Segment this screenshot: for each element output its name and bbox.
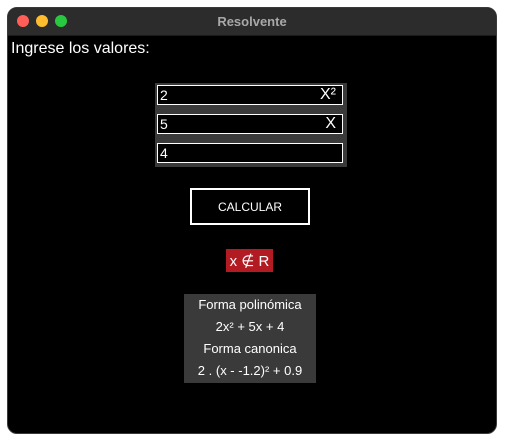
x-label: X bbox=[325, 115, 336, 132]
x-squared-label: X² bbox=[320, 86, 336, 103]
coefficient-c-field[interactable] bbox=[157, 143, 343, 163]
app-window: Resolvente Ingrese los valores: X² X CAL… bbox=[7, 7, 497, 434]
calculate-button[interactable]: CALCULAR bbox=[190, 188, 310, 225]
canonical-form-value: 2 . (x - -1.2)² + 0.9 bbox=[197, 363, 303, 378]
canonical-form-label: Forma canonica bbox=[203, 341, 297, 356]
forms-panel: Forma polinómica 2x² + 5x + 4 Forma cano… bbox=[184, 294, 316, 383]
coefficient-inputs: X² X bbox=[155, 83, 347, 167]
coefficient-b-field[interactable]: X bbox=[157, 114, 343, 134]
coefficient-b-input[interactable] bbox=[160, 115, 310, 133]
polynomial-form-label: Forma polinómica bbox=[198, 297, 302, 312]
input-prompt-label: Ingrese los valores: bbox=[11, 40, 150, 57]
result-badge: x ∉ R bbox=[226, 249, 273, 272]
coefficient-c-input[interactable] bbox=[160, 144, 310, 162]
window-title: Resolvente bbox=[217, 14, 287, 29]
polynomial-form-value: 2x² + 5x + 4 bbox=[215, 319, 285, 334]
coefficient-a-field[interactable]: X² bbox=[157, 85, 343, 105]
coefficient-a-input[interactable] bbox=[160, 86, 310, 104]
title-bar: Resolvente bbox=[8, 8, 496, 36]
